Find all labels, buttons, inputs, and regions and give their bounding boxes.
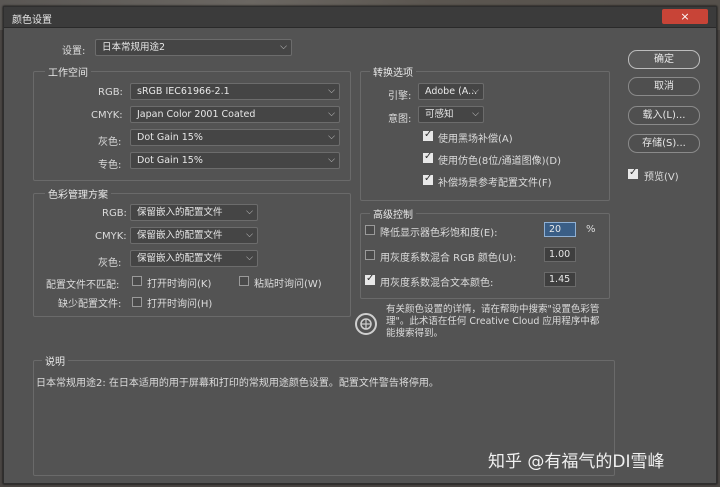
black-point-checkbox[interactable] <box>423 129 433 141</box>
ask-paste-checkbox[interactable] <box>239 276 249 286</box>
blend-text-checkbox[interactable] <box>365 273 375 285</box>
settings-select[interactable]: 日本常规用途2 ⌵ <box>95 39 292 56</box>
ok-button[interactable]: 确定 <box>628 50 700 69</box>
color-settings-dialog: 颜色设置 × 设置: 日本常规用途2 ⌵ 工作空间 RGB: sRGB IEC61… <box>3 6 717 484</box>
policy-cmyk-label: CMYK: <box>95 231 127 242</box>
engine-label: 引擎: <box>388 91 412 102</box>
workspace-gray-value: Dot Gain 15% <box>137 132 203 143</box>
blend-rgb-checkbox[interactable] <box>365 250 375 260</box>
workspace-gray-select[interactable]: Dot Gain 15% ⌵ <box>130 129 340 146</box>
chevron-down-icon: ⌵ <box>246 253 253 263</box>
chevron-down-icon: ⌵ <box>246 230 253 240</box>
scene-referred-checkbox[interactable] <box>423 173 433 185</box>
preview-checkbox[interactable] <box>628 167 638 179</box>
chevron-down-icon: ⌵ <box>472 109 479 119</box>
intent-label: 意图: <box>388 114 412 125</box>
black-point-label: 使用黑场补偿(A) <box>438 134 513 145</box>
blend-text-input[interactable]: 1.45 <box>544 272 576 287</box>
cancel-button[interactable]: 取消 <box>628 77 700 96</box>
preview-label: 预览(V) <box>644 172 679 183</box>
mismatch-label: 配置文件不匹配: <box>46 280 120 291</box>
scene-referred-label: 补偿场景参考配置文件(F) <box>438 178 552 189</box>
ask-open-mismatch-checkbox[interactable] <box>132 276 142 286</box>
chevron-down-icon: ⌵ <box>328 109 335 119</box>
desaturate-input[interactable]: 20 <box>544 222 576 237</box>
workspace-rgb-label: RGB: <box>98 87 123 98</box>
desaturate-label: 降低显示器色彩饱和度(E): <box>380 228 498 239</box>
chevron-down-icon: ⌵ <box>328 132 335 142</box>
watermark-text: 知乎 @有福气的DI雪峰 <box>488 452 665 472</box>
missing-label: 缺少配置文件: <box>58 299 122 310</box>
workspace-spot-value: Dot Gain 15% <box>137 155 203 166</box>
workspace-cmyk-value: Japan Color 2001 Coated <box>137 109 256 120</box>
engine-select[interactable]: Adobe (A... ⌵ <box>418 83 484 100</box>
chevron-down-icon: ⌵ <box>472 86 479 96</box>
close-button[interactable]: × <box>662 9 708 24</box>
color-wheel-icon <box>355 313 377 335</box>
settings-value: 日本常规用途2 <box>102 42 166 53</box>
description-title: 说明 <box>42 353 68 368</box>
policy-rgb-label: RGB: <box>102 208 127 219</box>
chevron-down-icon: ⌵ <box>280 42 287 52</box>
ask-paste-label: 粘贴时询问(W) <box>254 279 322 290</box>
workspace-spot-select[interactable]: Dot Gain 15% ⌵ <box>130 152 340 169</box>
engine-value: Adobe (A... <box>425 86 478 97</box>
load-button[interactable]: 载入(L)... <box>628 106 700 125</box>
workspace-rgb-value: sRGB IEC61966-2.1 <box>137 86 230 97</box>
blend-rgb-input[interactable]: 1.00 <box>544 247 576 262</box>
desaturate-checkbox[interactable] <box>365 225 375 235</box>
policy-rgb-value: 保留嵌入的配置文件 <box>137 207 223 218</box>
policy-cmyk-select[interactable]: 保留嵌入的配置文件 ⌵ <box>130 227 258 244</box>
ask-open-missing-checkbox[interactable] <box>132 297 142 307</box>
dither-label: 使用仿色(8位/通道图像)(D) <box>438 156 562 167</box>
chevron-down-icon: ⌵ <box>328 155 335 165</box>
workspace-cmyk-select[interactable]: Japan Color 2001 Coated ⌵ <box>130 106 340 123</box>
dither-checkbox[interactable] <box>423 151 433 163</box>
workspace-cmyk-label: CMYK: <box>91 110 123 121</box>
workspace-rgb-select[interactable]: sRGB IEC61966-2.1 ⌵ <box>130 83 340 100</box>
intent-value: 可感知 <box>425 109 454 120</box>
intent-select[interactable]: 可感知 ⌵ <box>418 106 484 123</box>
window-title: 颜色设置 <box>12 15 52 26</box>
blend-text-label: 用灰度系数混合文本颜色: <box>380 278 494 289</box>
policy-gray-select[interactable]: 保留嵌入的配置文件 ⌵ <box>130 250 258 267</box>
desaturate-unit: % <box>586 224 596 235</box>
policy-rgb-select[interactable]: 保留嵌入的配置文件 ⌵ <box>130 204 258 221</box>
workspace-gray-label: 灰色: <box>98 137 122 148</box>
blend-rgb-label: 用灰度系数混合 RGB 颜色(U): <box>380 253 517 264</box>
workspace-spot-label: 专色: <box>98 160 122 171</box>
policy-cmyk-value: 保留嵌入的配置文件 <box>137 230 223 241</box>
save-button[interactable]: 存储(S)... <box>628 134 700 153</box>
close-icon: × <box>680 10 690 23</box>
policy-gray-value: 保留嵌入的配置文件 <box>137 253 223 264</box>
description-text: 日本常规用途2: 在日本适用的用于屏幕和打印的常规用途颜色设置。配置文件警告将停… <box>36 378 439 389</box>
ask-open-mismatch-label: 打开时询问(K) <box>147 279 212 290</box>
conversion-title: 转换选项 <box>370 64 416 79</box>
policy-gray-label: 灰色: <box>98 258 122 269</box>
info-text: 有关颜色设置的详情，请在帮助中搜索"设置色彩管理"。此术语在任何 Creativ… <box>386 304 600 339</box>
advanced-title: 高级控制 <box>370 206 416 221</box>
chevron-down-icon: ⌵ <box>328 86 335 96</box>
ask-open-missing-label: 打开时询问(H) <box>147 299 213 310</box>
title-bar: 颜色设置 × <box>4 7 716 28</box>
workspace-title: 工作空间 <box>45 64 91 79</box>
settings-label: 设置: <box>62 46 86 57</box>
policies-title: 色彩管理方案 <box>45 186 111 201</box>
chevron-down-icon: ⌵ <box>246 207 253 217</box>
